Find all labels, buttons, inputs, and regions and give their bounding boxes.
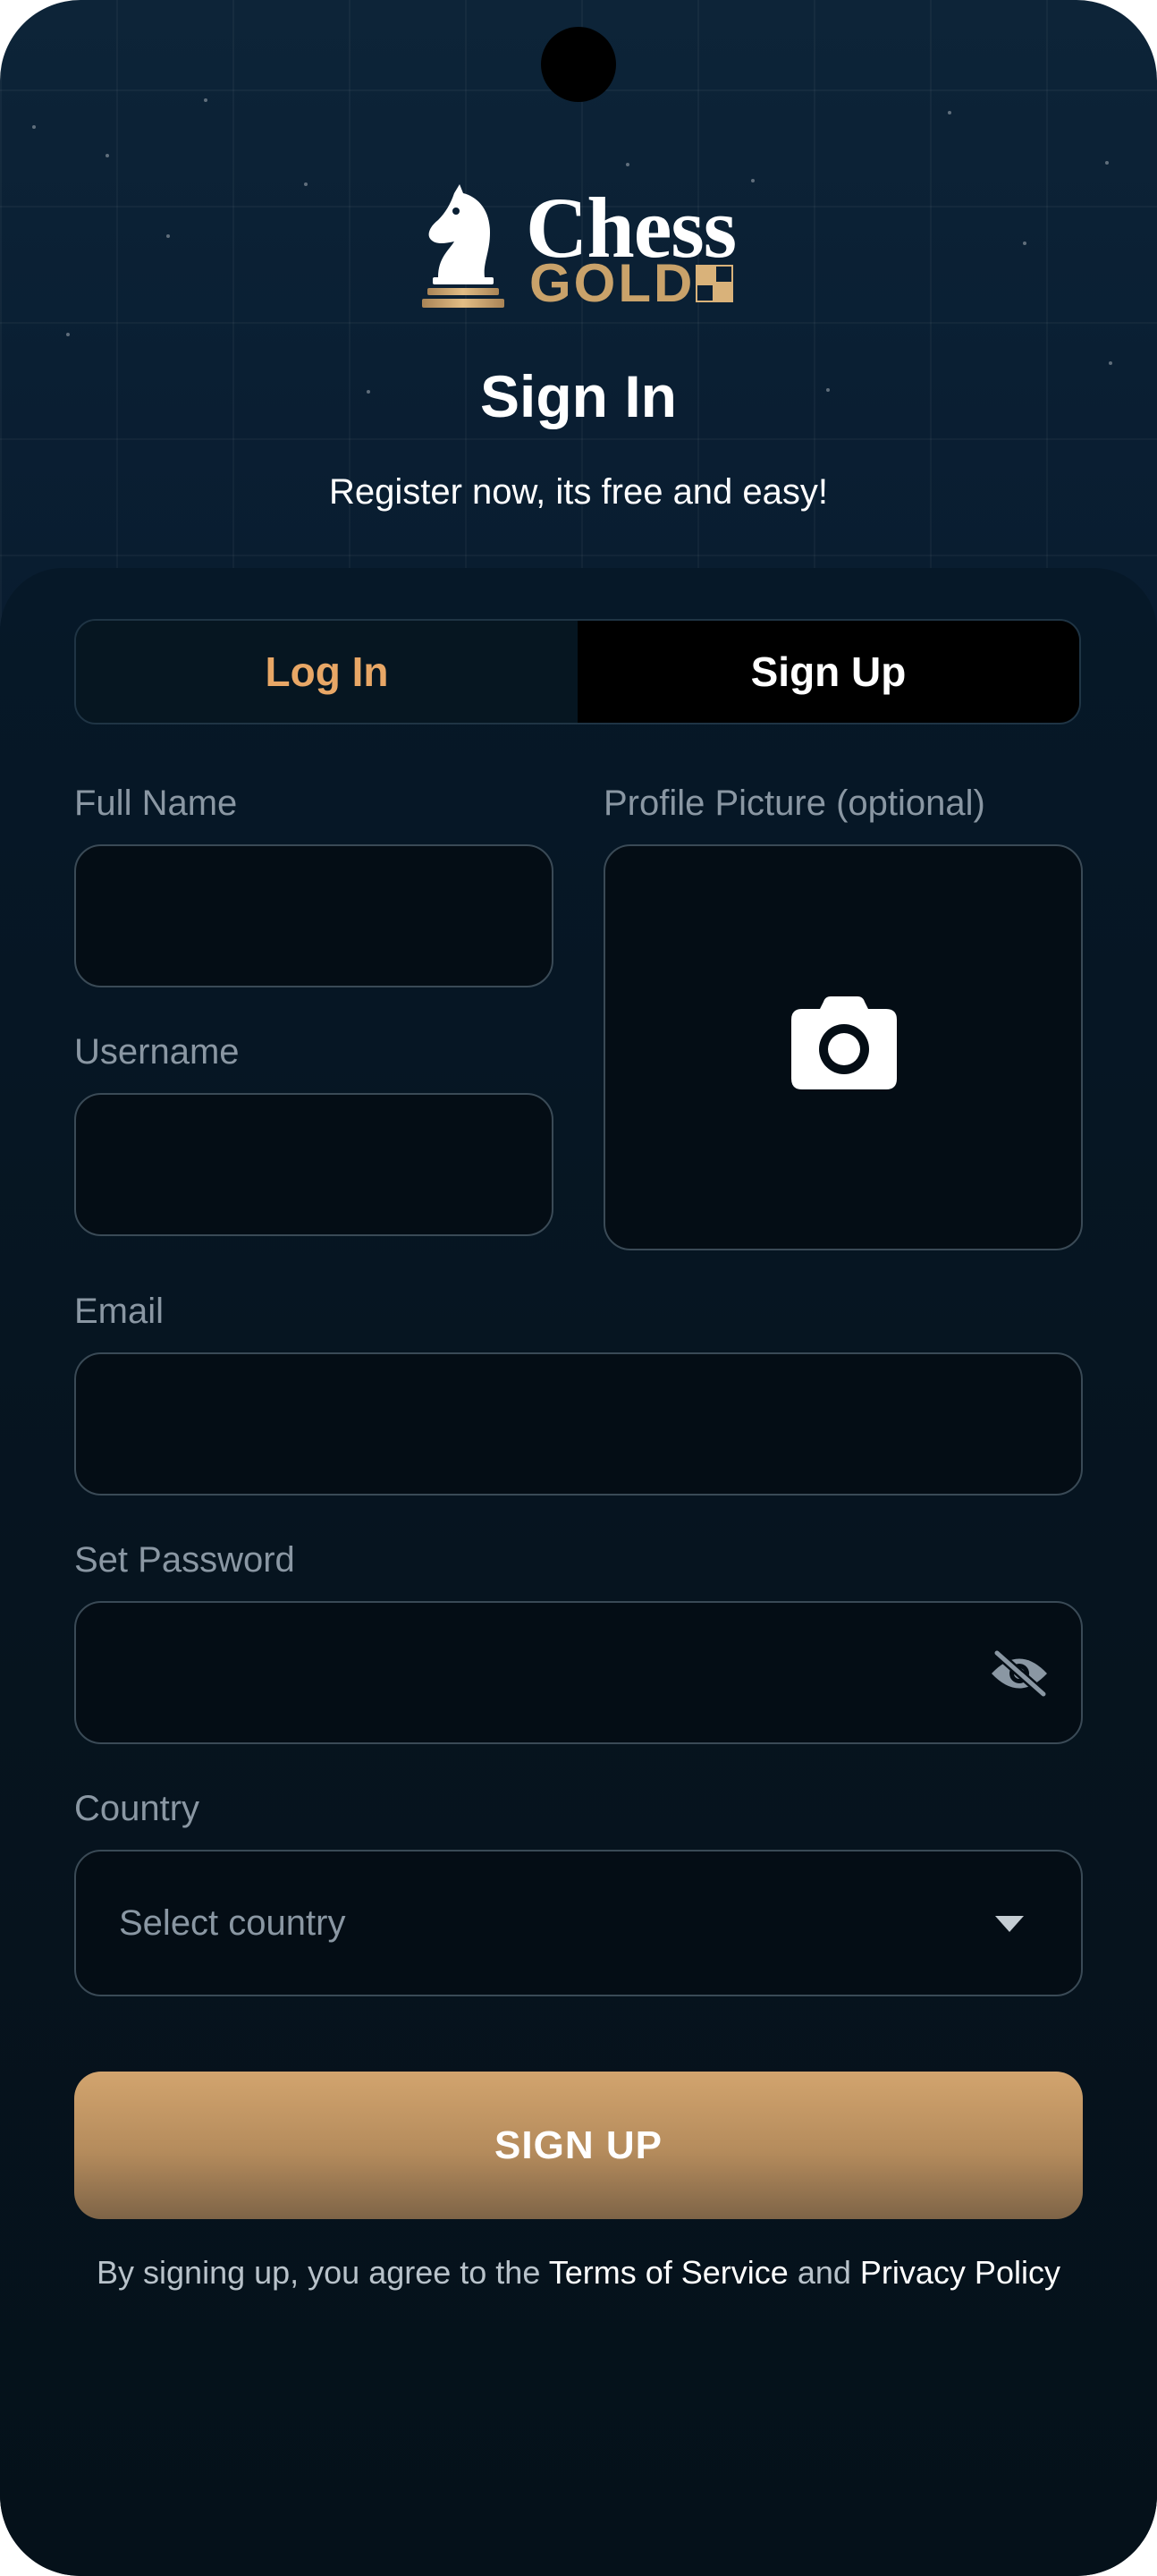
logo-word-gold: GOLD [529, 253, 696, 313]
country-select[interactable]: Select country [74, 1850, 1083, 1996]
background-star [66, 333, 70, 336]
app-screen: Chess GOLD Sign In Register now, its fre… [0, 0, 1157, 2576]
email-label: Email [74, 1292, 165, 1331]
front-camera [541, 27, 616, 102]
country-select-placeholder: Select country [119, 1902, 346, 1943]
background-star [948, 111, 951, 114]
background-star [751, 179, 755, 182]
chevron-down-icon[interactable] [995, 1916, 1024, 1932]
page-title: Sign In [480, 363, 677, 429]
app-logo: Chess GOLD [418, 179, 742, 313]
username-input[interactable] [76, 1095, 552, 1234]
legal-prefix: By signing up, you agree to the [97, 2254, 541, 2291]
tab-log-in[interactable]: Log In [76, 621, 578, 723]
eye-off-icon[interactable] [990, 1649, 1049, 1698]
camera-icon[interactable] [791, 996, 897, 1089]
privacy-policy-link[interactable]: Privacy Policy [860, 2254, 1060, 2291]
legal-notice: By signing up, you agree to the Terms of… [0, 2254, 1157, 2292]
password-input[interactable] [76, 1603, 1081, 1742]
full-name-label: Full Name [74, 784, 238, 823]
profile-picture-upload[interactable] [604, 844, 1083, 1250]
email-input[interactable] [76, 1354, 1081, 1494]
tab-sign-up[interactable]: Sign Up [578, 621, 1079, 723]
sign-up-button[interactable]: SIGN UP [74, 2072, 1083, 2219]
password-field[interactable] [74, 1601, 1083, 1744]
username-field[interactable] [74, 1093, 553, 1236]
background-star [304, 182, 308, 186]
password-label: Set Password [74, 1540, 295, 1580]
terms-of-service-link[interactable]: Terms of Service [549, 2254, 789, 2291]
full-name-input[interactable] [76, 846, 552, 986]
background-star [1105, 161, 1109, 165]
username-label: Username [74, 1032, 240, 1072]
background-star [1023, 242, 1026, 245]
background-star [166, 234, 170, 238]
full-name-field[interactable] [74, 844, 553, 987]
background-star [204, 98, 207, 102]
email-field[interactable] [74, 1352, 1083, 1496]
legal-and: and [797, 2254, 851, 2291]
background-star [106, 154, 109, 157]
background-star [32, 125, 36, 129]
checkerboard-icon [696, 265, 733, 302]
page-subtitle: Register now, its free and easy! [328, 472, 829, 512]
profile-picture-label: Profile Picture (optional) [604, 784, 985, 823]
knight-piece-icon [422, 184, 504, 308]
background-star [626, 163, 629, 166]
country-label: Country [74, 1789, 200, 1828]
auth-tabs: Log In Sign Up [74, 619, 1081, 724]
